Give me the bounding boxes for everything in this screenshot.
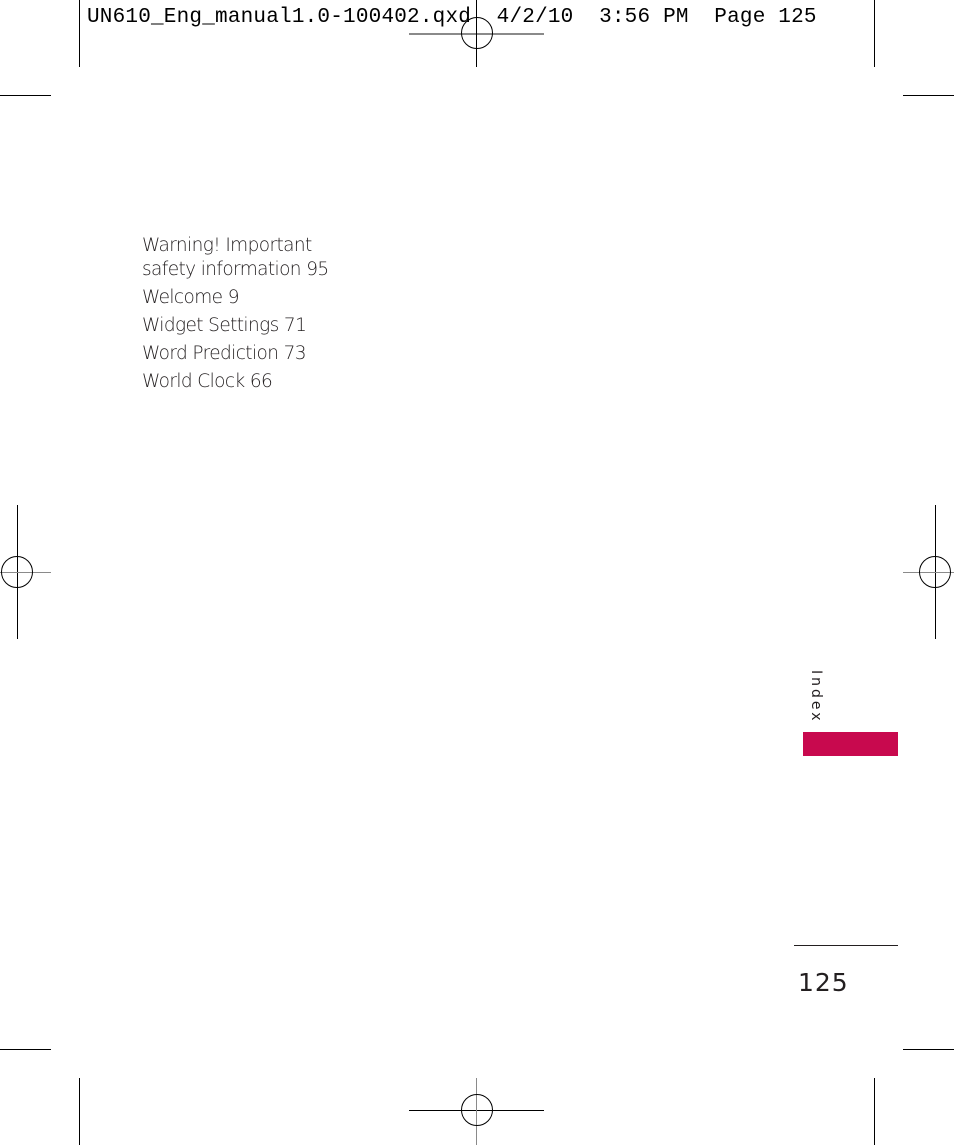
index-entry-welcome: Welcome 9 [142, 287, 239, 308]
page-number: 125 [798, 968, 849, 997]
index-entry-word-prediction: Word Prediction 73 [142, 343, 307, 364]
crop-mark-bottom-right-horizontal [903, 1049, 954, 1050]
crop-mark-top-left-horizontal [0, 95, 51, 96]
crop-mark-top-left-vertical [79, 0, 80, 67]
index-entry-warning: Warning! Important safety information 95 [142, 234, 329, 282]
print-slug-line: UN610_Eng_manual1.0-100402.qxd 4/2/10 3:… [87, 6, 817, 29]
index-entry-warning-line1: Warning! Important [142, 235, 312, 256]
section-tab-bar [803, 732, 898, 756]
index-entry-widget-settings: Widget Settings 71 [142, 315, 307, 336]
footer-rule [794, 945, 898, 946]
section-tab-label: Index [808, 670, 824, 724]
index-entry-warning-line2: safety information 95 [142, 259, 329, 280]
index-entry-list: Warning! Important safety information 95… [142, 234, 329, 398]
crop-mark-top-right-vertical [874, 0, 875, 67]
index-entry-world-clock: World Clock 66 [142, 371, 273, 392]
crop-mark-bottom-right-vertical [874, 1078, 875, 1145]
crop-mark-bottom-left-horizontal [0, 1049, 51, 1050]
crop-mark-bottom-left-vertical [79, 1078, 80, 1145]
crop-mark-top-right-horizontal [903, 95, 954, 96]
